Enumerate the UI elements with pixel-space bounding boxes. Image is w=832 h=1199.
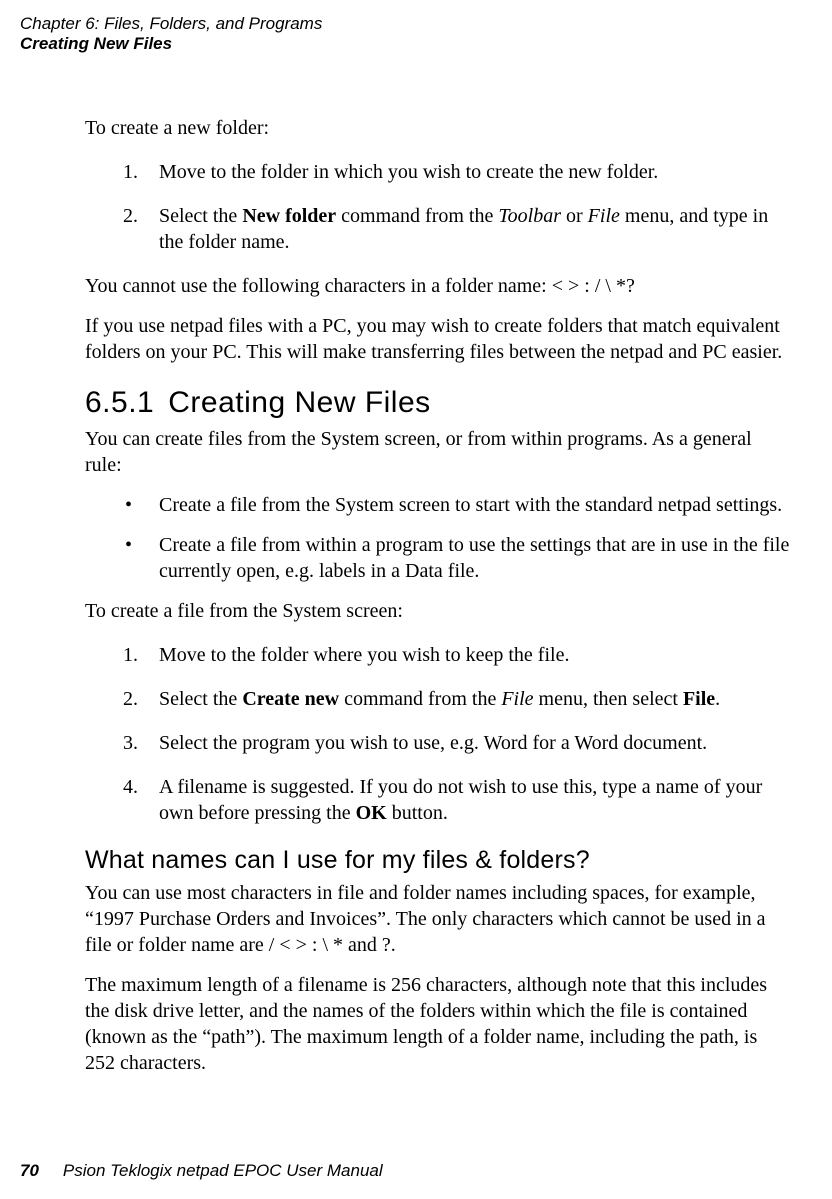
header-section: Creating New Files [20, 34, 792, 54]
step-item: Select the New folder command from the T… [85, 203, 792, 255]
step-text: menu, then select [534, 688, 683, 710]
step-text: . [715, 688, 720, 710]
names-paragraph-1: You can use most characters in file and … [85, 880, 792, 958]
page-number: 70 [20, 1161, 39, 1180]
step-item: Select the program you wish to use, e.g.… [85, 730, 792, 756]
create-file-intro-text: To create a file from the System screen: [85, 598, 792, 624]
step-item: Select the Create new command from the F… [85, 686, 792, 712]
bullet-item: Create a file from the System screen to … [85, 492, 792, 518]
step-item: A filename is suggested. If you do not w… [85, 774, 792, 826]
step-item: Move to the folder in which you wish to … [85, 159, 792, 185]
step-text: Move to the folder where you wish to kee… [159, 644, 569, 666]
forbidden-chars-text: You cannot use the following characters … [85, 273, 792, 299]
section-number: 6.5.1 [85, 386, 154, 419]
names-paragraph-2: The maximum length of a filename is 256 … [85, 972, 792, 1076]
bold-text: File [683, 688, 715, 710]
step-text: command from the [339, 688, 501, 710]
pc-match-text: If you use netpad files with a PC, you m… [85, 313, 792, 365]
page-content: To create a new folder: Move to the fold… [85, 115, 792, 1077]
italic-text: File [588, 205, 620, 227]
step-text: A filename is suggested. If you do not w… [159, 776, 762, 824]
chapter-title: Chapter 6: Files, Folders, and Programs [20, 14, 792, 34]
file-steps-list: Move to the folder where you wish to kee… [85, 642, 792, 826]
step-text: button. [387, 802, 448, 824]
intro-text: To create a new folder: [85, 115, 792, 141]
page-footer: 70 Psion Teklogix netpad EPOC User Manual [20, 1161, 383, 1181]
create-bullets: Create a file from the System screen to … [85, 492, 792, 584]
folder-steps-list: Move to the folder in which you wish to … [85, 159, 792, 255]
page-header: Chapter 6: Files, Folders, and Programs … [20, 14, 792, 55]
bold-text: Create new [242, 688, 339, 710]
step-text: Select the [159, 205, 242, 227]
bullet-item: Create a file from within a program to u… [85, 532, 792, 584]
step-text: or [561, 205, 588, 227]
step-text: command from the [336, 205, 498, 227]
section-title: Creating New Files [168, 386, 430, 419]
step-text: Select the [159, 688, 242, 710]
subheading: What names can I use for my files & fold… [85, 844, 792, 877]
step-text: Move to the folder in which you wish to … [159, 161, 658, 183]
italic-text: Toolbar [498, 205, 561, 227]
footer-title: Psion Teklogix netpad EPOC User Manual [63, 1161, 383, 1180]
step-text: Select the program you wish to use, e.g.… [159, 732, 707, 754]
step-item: Move to the folder where you wish to kee… [85, 642, 792, 668]
italic-text: File [501, 688, 533, 710]
create-intro-text: You can create files from the System scr… [85, 426, 792, 478]
section-heading: 6.5.1 Creating New Files [85, 383, 792, 422]
bold-text: OK [356, 802, 387, 824]
bold-text: New folder [242, 205, 336, 227]
